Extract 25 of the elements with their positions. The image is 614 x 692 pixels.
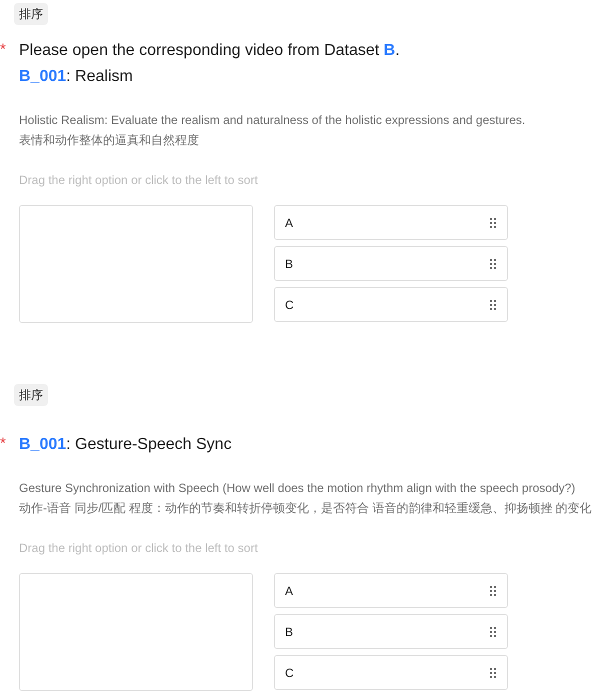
drag-handle-icon[interactable]	[490, 626, 497, 636]
sort-option[interactable]: C	[274, 655, 508, 690]
sort-option[interactable]: B	[274, 246, 508, 281]
question-tag: 排序	[14, 3, 48, 25]
question-title: B_001: Gesture-Speech Sync	[19, 435, 233, 455]
question-description: 动作-语音 同步/匹配 程度：动作的节奏和转折停顿变化，是否符合 语音的韵律和轻重缓急、抑扬顿挫 的变化	[19, 500, 593, 517]
question-description: Gesture Synchronization with Speech (How well does the motion rhythm align with the speech prosody?)	[19, 480, 576, 497]
question-description: 表情和动作整体的逼真和自然程度	[19, 132, 200, 149]
sort-option[interactable]: B	[274, 614, 508, 649]
question-title: B_001: Realism	[19, 67, 134, 87]
required-mark: *	[0, 40, 6, 60]
sort-option[interactable]: A	[274, 205, 508, 240]
question-tag: 排序	[14, 384, 48, 406]
question-description: Holistic Realism: Evaluate the realism and naturalness of the holistic expressions and gestures.	[19, 112, 526, 129]
instruction-text: Drag the right option or click to the left to sort	[19, 540, 259, 557]
drag-handle-icon[interactable]	[490, 668, 497, 678]
sort-option[interactable]: A	[274, 573, 508, 608]
drag-handle-icon[interactable]	[490, 300, 497, 310]
required-mark: *	[0, 434, 6, 454]
drag-handle-icon[interactable]	[490, 218, 497, 228]
drag-handle-icon[interactable]	[490, 258, 497, 268]
sort-option[interactable]: C	[274, 287, 508, 322]
drag-handle-icon[interactable]	[490, 586, 497, 596]
question-title: Please open the corresponding video from Dataset B.	[19, 41, 401, 61]
instruction-text: Drag the right option or click to the left to sort	[19, 172, 259, 189]
